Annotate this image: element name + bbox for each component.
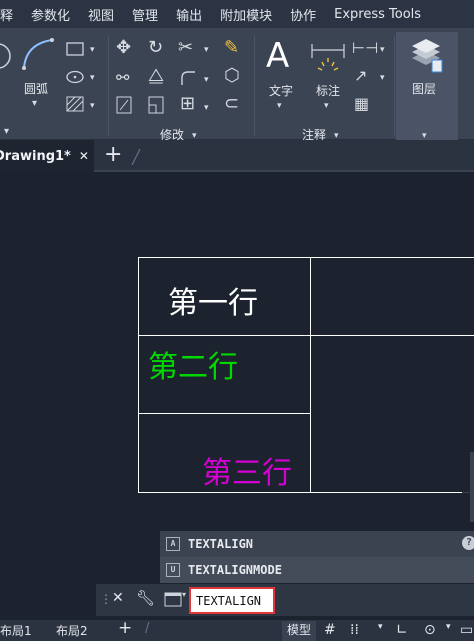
command-suggestion[interactable]: U TEXTALIGNMODE [160, 557, 474, 583]
canvas-scroll-hint [470, 452, 474, 522]
close-icon[interactable]: ✕ [79, 149, 89, 163]
layers-icon [412, 39, 443, 73]
close-commandline-icon[interactable]: ✕ [112, 590, 124, 606]
ellipse-icon[interactable] [66, 70, 84, 84]
snap-icon[interactable]: ⁞⁞ [350, 622, 359, 641]
ribbon-separator [394, 36, 395, 136]
layers-panel[interactable]: 图层 ▾ [396, 32, 458, 141]
trim-dropdown-icon[interactable]: ▾ [204, 42, 209, 58]
command-suggestion-label: TEXTALIGNMODE [188, 563, 282, 577]
ribbon: 圆弧 ▾ ▾ ▾ ▾ ▾ ✥ ↻ ✂ ▾ ✎ ⚯ ⧋ ▾ ⬡ ⊞ ▾ ⊂ 修改 … [0, 28, 474, 142]
mirror-icon[interactable]: ⧋ [148, 67, 164, 85]
move-icon[interactable]: ✥ [116, 39, 131, 57]
dimension-icon[interactable] [310, 40, 346, 76]
rectangle-icon[interactable] [66, 42, 84, 56]
cell-text-row2[interactable]: 第二行 [148, 342, 238, 386]
erase-icon[interactable]: ✎ [224, 39, 239, 57]
help-icon[interactable]: ? [462, 536, 474, 550]
grid-icon[interactable]: # [324, 622, 336, 641]
tab-layout1[interactable]: 布局1 [0, 622, 32, 641]
command-input[interactable]: TEXTALIGN [189, 587, 275, 614]
command-history: A TEXTALIGN ? U TEXTALIGNMODE [160, 531, 474, 583]
arc-icon[interactable] [20, 36, 56, 72]
menu-item-express-tools[interactable]: Express Tools [325, 7, 430, 22]
fillet-icon[interactable] [180, 70, 196, 86]
linear-dimension-icon[interactable]: ⊢⊣ [352, 40, 378, 56]
layout-divider: / [145, 621, 150, 636]
command-prompt-icon[interactable] [164, 592, 182, 608]
scale-icon[interactable] [148, 96, 164, 114]
document-tab-bar: Drawing1* ✕ + [0, 140, 474, 172]
arc-dropdown-icon[interactable]: ▾ [32, 96, 37, 112]
menu-item-collaborate[interactable]: 协作 [281, 5, 325, 24]
solid-edit-icon[interactable]: ⬡ [224, 67, 240, 85]
ribbon-separator [254, 36, 255, 136]
hatch-icon[interactable] [66, 96, 84, 112]
command-textalign-icon: A [166, 537, 180, 551]
offset-icon[interactable]: ⊂ [224, 95, 239, 113]
tab-drawing1-label: Drawing1* [0, 148, 71, 164]
fillet-dropdown-icon[interactable]: ▾ [204, 72, 209, 88]
rectangle-dropdown-icon[interactable]: ▾ [90, 42, 95, 58]
recent-commands-dropdown-icon[interactable]: ▾ [182, 590, 186, 599]
polar-icon[interactable]: ⊙ [424, 622, 436, 641]
leader-icon[interactable]: ↗ [354, 68, 367, 84]
ribbon-separator [108, 36, 109, 136]
command-line: ⋮ ✕ 🔧︎ ▾ [96, 584, 474, 616]
menu-item-parametric[interactable]: 参数化 [22, 5, 79, 24]
stretch-icon[interactable] [116, 96, 132, 114]
command-suggestion-label: TEXTALIGN [188, 537, 254, 551]
array-icon[interactable]: ⊞ [180, 95, 195, 113]
tab-drawing1[interactable]: Drawing1* ✕ [0, 140, 94, 172]
status-bar: 布局1 布局2 + / 模型 # ⁞⁞ ▾ ∟ ⊙ ▾ ▭ [0, 618, 474, 641]
dimension-label[interactable]: 标注 [316, 82, 340, 99]
trim-icon[interactable]: ✂ [178, 39, 193, 57]
draw-panel-dropdown-icon[interactable]: ▾ [4, 124, 9, 140]
tab-divider [131, 148, 141, 166]
customize-wrench-icon[interactable]: 🔧︎ [136, 589, 155, 607]
menu-item-output[interactable]: 输出 [167, 5, 211, 24]
circle-icon[interactable] [0, 36, 12, 76]
model-space-button[interactable]: 模型 [282, 621, 316, 641]
copy-icon[interactable]: ⚯ [116, 70, 129, 86]
cell-text-row1[interactable]: 第一行 [168, 278, 258, 322]
command-textalignmode-icon: U [166, 563, 180, 577]
rotate-icon[interactable]: ↻ [148, 39, 163, 57]
menu-item-addins[interactable]: 附加模块 [211, 5, 281, 24]
table-icon[interactable]: ▦ [354, 96, 369, 112]
isodraft-icon[interactable]: ▭ [460, 622, 473, 641]
command-suggestion[interactable]: A TEXTALIGN ? [160, 531, 474, 557]
grip-icon[interactable]: ⋮ [100, 592, 112, 606]
leader-dropdown-icon[interactable]: ▾ [380, 70, 385, 86]
cell-text-row3[interactable]: 第三行 [202, 448, 292, 492]
array-dropdown-icon[interactable]: ▾ [204, 100, 209, 116]
drawing-canvas[interactable]: 第一行 第二行 第三行 [0, 172, 474, 584]
text-dropdown-icon[interactable]: ▾ [277, 98, 282, 114]
ortho-icon[interactable]: ∟ [396, 622, 408, 641]
menu-item-manage[interactable]: 管理 [123, 5, 167, 24]
linear-dimension-dropdown-icon[interactable]: ▾ [380, 42, 385, 58]
text-icon[interactable]: A [266, 36, 289, 76]
snap-dropdown-icon[interactable]: ▾ [378, 622, 383, 641]
new-tab-button[interactable]: + [104, 142, 122, 167]
layers-label: 图层 [412, 82, 437, 96]
tab-layout2[interactable]: 布局2 [56, 622, 88, 641]
add-layout-button[interactable]: + [118, 618, 132, 638]
text-label[interactable]: 文字 [269, 82, 293, 99]
dimension-dropdown-icon[interactable]: ▾ [324, 98, 329, 114]
menu-item-0[interactable]: 释 [0, 5, 22, 24]
menu-bar: 释 参数化 视图 管理 输出 附加模块 协作 Express Tools [0, 0, 474, 28]
menu-item-view[interactable]: 视图 [79, 5, 123, 24]
arc-label[interactable]: 圆弧 [24, 80, 48, 97]
hatch-dropdown-icon[interactable]: ▾ [90, 98, 95, 114]
ellipse-dropdown-icon[interactable]: ▾ [90, 70, 95, 86]
polar-dropdown-icon[interactable]: ▾ [446, 622, 451, 641]
